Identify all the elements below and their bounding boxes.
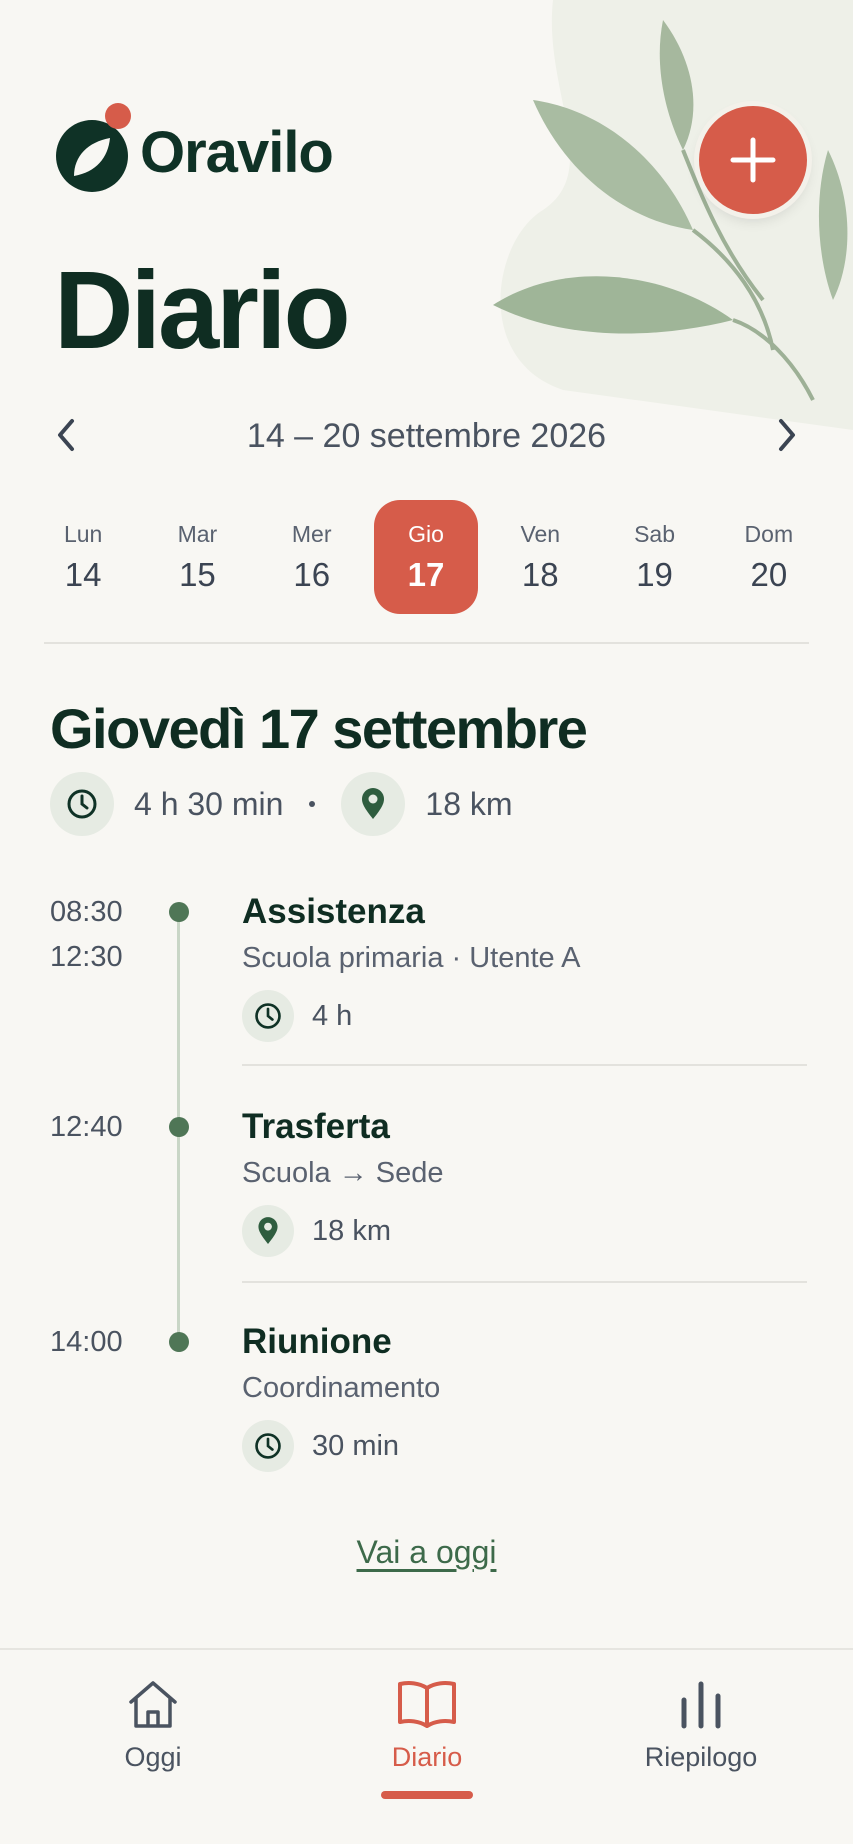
entry-meta: 4 h — [242, 990, 352, 1042]
entry-start-time: 12:40 — [50, 1111, 123, 1143]
day-thu-selected[interactable]: Gio 17 — [369, 500, 483, 614]
day-name: Gio — [408, 520, 444, 547]
page-title: Diario — [54, 249, 351, 372]
nav-item-diario[interactable]: Diario — [327, 1678, 527, 1773]
nav-label: Diario — [391, 1742, 463, 1772]
entry-title: Assistenza — [242, 892, 425, 931]
day-number: 20 — [750, 555, 788, 593]
location-pin-icon — [242, 1205, 294, 1257]
home-icon — [129, 1681, 177, 1728]
day-name: Mer — [291, 520, 332, 547]
entry-meta: 18 km — [242, 1205, 391, 1257]
day-number: 19 — [636, 555, 673, 593]
entry-times: 12:40 — [50, 1105, 123, 1150]
entry-end-time: 12:30 — [50, 941, 123, 973]
timeline-node — [169, 1332, 189, 1352]
book-icon — [398, 1681, 456, 1728]
day-selector: Lun 14 Mar 15 Mer 16 Gio 17 Ven 18 Sab 1… — [26, 500, 826, 614]
entry-divider — [242, 1281, 807, 1283]
app-logo: Oravilo — [52, 100, 334, 196]
entry-times: 08:30 12:30 — [50, 890, 123, 980]
separator-dot — [309, 801, 316, 807]
total-distance: 18 km — [425, 785, 513, 822]
diary-screen: Oravilo Diario 14 – 20 settembre 2026 Lu… — [0, 0, 853, 1844]
entry-distance: 18 km — [312, 1214, 391, 1247]
active-tab-indicator — [381, 1791, 473, 1799]
nav-item-oggi[interactable]: Oggi — [53, 1678, 253, 1773]
bottom-nav: Oggi Diario Riepilogo — [0, 1648, 853, 1844]
app-name: Oravilo — [140, 119, 334, 185]
nav-label: Riepilogo — [644, 1742, 758, 1772]
day-sat[interactable]: Sab 19 — [597, 500, 711, 614]
entry-times: 14:00 — [50, 1320, 123, 1365]
entry-subtitle: Scuola primaria · Utente A — [242, 942, 581, 974]
entry-duration: 30 min — [312, 1429, 400, 1462]
add-entry-button[interactable] — [699, 106, 807, 214]
timeline-node — [169, 902, 189, 922]
day-name: Dom — [744, 520, 794, 547]
day-summary: 4 h 30 min 18 km — [50, 772, 513, 836]
day-number: 18 — [521, 555, 559, 593]
entry-start-time: 08:30 — [50, 896, 123, 928]
week-navigator: 14 – 20 settembre 2026 — [44, 405, 809, 465]
plus-icon — [730, 137, 776, 183]
next-week-button[interactable] — [765, 413, 809, 457]
day-fri[interactable]: Ven 18 — [483, 500, 597, 614]
nav-item-riepilogo[interactable]: Riepilogo — [601, 1678, 801, 1773]
day-number: 17 — [407, 555, 445, 593]
day-name: Sab — [634, 520, 676, 547]
clock-icon — [242, 990, 294, 1042]
day-name: Lun — [63, 520, 103, 547]
chevron-right-icon — [779, 419, 795, 451]
entry-duration: 4 h — [312, 999, 353, 1032]
day-name: Ven — [520, 520, 561, 547]
entry-divider — [242, 1064, 807, 1066]
go-to-today-link[interactable]: Vai a oggi — [0, 1534, 853, 1571]
day-number: 14 — [64, 555, 102, 593]
day-sun[interactable]: Dom 20 — [712, 500, 826, 614]
day-number: 15 — [179, 555, 216, 593]
total-time: 4 h 30 min — [134, 785, 284, 822]
entry-start-time: 14:00 — [50, 1326, 123, 1358]
divider — [44, 642, 809, 644]
nav-label: Oggi — [124, 1742, 182, 1772]
leaf-decoration — [493, 0, 853, 430]
timeline-node — [169, 1117, 189, 1137]
day-tue[interactable]: Mar 15 — [140, 500, 254, 614]
clock-icon — [50, 772, 114, 836]
entry-meta: 30 min — [242, 1420, 399, 1472]
entry-title: Trasferta — [242, 1107, 390, 1146]
day-number: 16 — [293, 555, 331, 593]
entry-subtitle: Coordinamento — [242, 1372, 441, 1404]
day-mon[interactable]: Lun 14 — [26, 500, 140, 614]
week-range-label: 14 – 20 settembre 2026 — [246, 417, 607, 455]
clock-icon — [242, 1420, 294, 1472]
oravilo-logo-icon — [56, 103, 131, 192]
day-wed[interactable]: Mer 16 — [255, 500, 369, 614]
day-heading: Giovedì 17 settembre — [50, 697, 588, 760]
day-name: Mar — [177, 520, 218, 547]
entry-title: Riunione — [242, 1322, 392, 1361]
entry-subtitle: Scuola → Sede — [242, 1157, 444, 1189]
bar-chart-icon — [681, 1681, 721, 1729]
location-pin-icon — [341, 772, 406, 836]
